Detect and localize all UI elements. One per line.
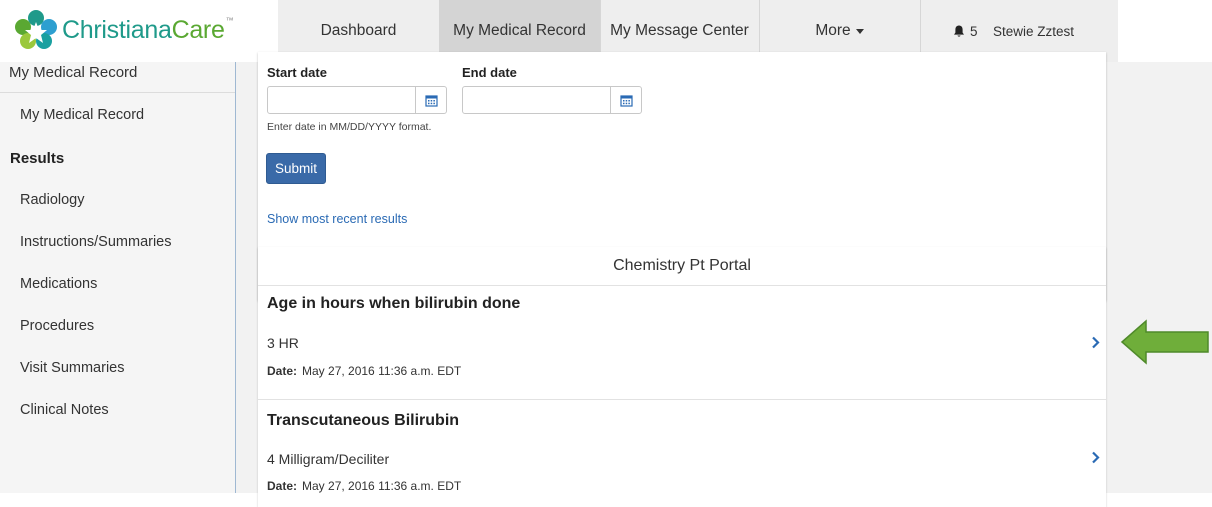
calendar-icon	[424, 94, 438, 107]
results-panel-title: Chemistry Pt Portal	[258, 247, 1106, 286]
result-value: 4 Milligram/Deciliter	[267, 451, 390, 467]
submit-button[interactable]: Submit	[266, 153, 326, 184]
result-name[interactable]: Transcutaneous Bilirubin	[267, 412, 459, 430]
start-date-calendar-button[interactable]	[415, 86, 447, 114]
sidebar-item-visit-summaries[interactable]: Visit Summaries	[20, 360, 124, 376]
sidebar: My Medical Record My Medical Record Resu…	[0, 62, 236, 493]
chevron-right-icon[interactable]	[1088, 335, 1102, 349]
end-date-label: End date	[462, 65, 517, 80]
sidebar-group-results[interactable]: Results	[10, 150, 64, 167]
sidebar-item-medications[interactable]: Medications	[20, 276, 97, 292]
user-name: Stewie Zztest	[993, 23, 1075, 39]
sidebar-header: My Medical Record	[0, 62, 235, 93]
chevron-right-icon[interactable]	[1088, 450, 1102, 464]
green-arrow-left-icon	[1120, 319, 1209, 365]
calendar-icon	[619, 94, 633, 107]
sidebar-item-instructions-summaries[interactable]: Instructions/Summaries	[20, 234, 172, 250]
results-card: Chemistry Pt Portal Age in hours when bi…	[258, 247, 1106, 507]
show-most-recent-results-link[interactable]: Show most recent results	[267, 212, 407, 226]
date-format-hint: Enter date in MM/DD/YYYY format.	[267, 121, 432, 133]
end-date-input[interactable]	[462, 86, 611, 114]
bell-icon	[954, 25, 964, 37]
flower-logo-icon	[15, 10, 57, 49]
christianacare-logo[interactable]: ChristianaCare™	[14, 10, 234, 50]
start-date-input[interactable]	[267, 86, 416, 114]
result-value: 3 HR	[267, 335, 299, 351]
notification-count: 5	[970, 23, 978, 39]
logo-text: ChristianaCare™	[62, 15, 234, 44]
start-date-label: Start date	[267, 65, 327, 80]
end-date-calendar-button[interactable]	[610, 86, 642, 114]
sidebar-item-clinical-notes[interactable]: Clinical Notes	[20, 402, 109, 418]
row-divider	[258, 399, 1106, 400]
result-date: Date: May 27, 2016 11:36 a.m. EDT	[267, 364, 462, 378]
sidebar-item-procedures[interactable]: Procedures	[20, 318, 94, 334]
main-content: Start date End date Enter date in MM/DD/…	[236, 52, 1212, 507]
sidebar-item-my-medical-record[interactable]: My Medical Record	[20, 107, 144, 123]
sidebar-item-radiology[interactable]: Radiology	[20, 192, 85, 208]
caret-down-icon	[855, 28, 864, 34]
result-date: Date: May 27, 2016 11:36 a.m. EDT	[267, 479, 462, 493]
result-name[interactable]: Age in hours when bilirubin done	[267, 295, 520, 313]
